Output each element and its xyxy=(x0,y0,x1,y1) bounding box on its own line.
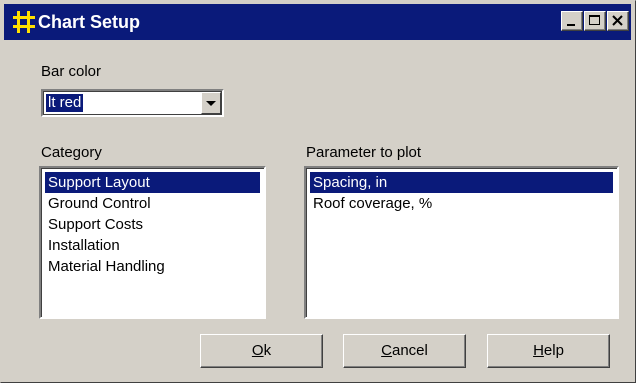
close-button[interactable] xyxy=(607,11,629,31)
list-item[interactable]: Support Layout xyxy=(45,172,260,193)
category-listbox[interactable]: Support Layout Ground Control Support Co… xyxy=(39,166,266,319)
ok-button[interactable]: Ok xyxy=(200,334,323,368)
grid-app-icon xyxy=(13,11,35,33)
chevron-down-icon xyxy=(206,101,216,106)
list-item[interactable]: Spacing, in xyxy=(310,172,613,193)
bar-color-label: Bar color xyxy=(41,63,102,80)
bar-color-dropdown-button[interactable] xyxy=(201,92,221,114)
window-title: Chart Setup xyxy=(38,12,141,32)
title-bar[interactable]: Chart Setup xyxy=(4,4,631,40)
help-mnemonic: H xyxy=(533,342,544,359)
maximize-button[interactable] xyxy=(584,11,606,31)
minimize-icon xyxy=(567,24,575,26)
list-item[interactable]: Installation xyxy=(45,235,260,256)
minimize-button[interactable] xyxy=(561,11,583,31)
bar-color-value: lt red xyxy=(46,94,84,112)
help-label-rest: elp xyxy=(543,342,564,359)
list-item[interactable]: Ground Control xyxy=(45,193,260,214)
ok-mnemonic: O xyxy=(251,342,264,359)
maximize-icon xyxy=(589,15,600,25)
list-item[interactable]: Material Handling xyxy=(45,256,260,277)
bar-color-select[interactable]: lt red xyxy=(41,89,224,117)
ok-label-rest: k xyxy=(263,342,272,359)
list-item[interactable]: Support Costs xyxy=(45,214,260,235)
parameter-label: Parameter to plot xyxy=(306,144,422,161)
cancel-button[interactable]: Cancel xyxy=(343,334,466,368)
cancel-mnemonic: C xyxy=(381,342,392,359)
help-button[interactable]: Help xyxy=(487,334,610,368)
category-label: Category xyxy=(41,144,102,161)
cancel-label-rest: ancel xyxy=(391,342,428,359)
parameter-listbox[interactable]: Spacing, in Roof coverage, % xyxy=(304,166,619,319)
chart-setup-dialog: Chart Setup Bar color lt red Category Su… xyxy=(0,0,636,383)
list-item[interactable]: Roof coverage, % xyxy=(310,193,613,214)
close-icon xyxy=(612,15,623,26)
